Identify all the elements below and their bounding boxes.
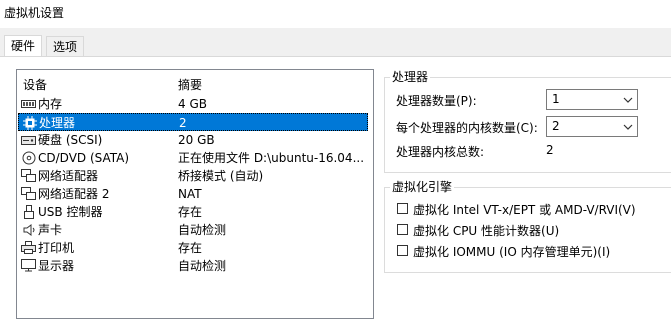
virtualization-engine-group-title: 虚拟化引擎: [390, 178, 455, 195]
processor-count-label: 处理器数量(P):: [396, 94, 477, 108]
device-summary: 桥接模式 (自动): [178, 169, 264, 183]
device-name: 网络适配器 2: [38, 187, 110, 201]
device-name: 处理器: [39, 116, 76, 130]
total-cores-label: 处理器内核总数:: [396, 145, 485, 159]
virtualize-cpu-counters-option[interactable]: 虚拟化 CPU 性能计数器(U): [397, 221, 667, 239]
device-row-usb-controller[interactable]: USB 控制器 存在: [18, 203, 368, 221]
device-summary: 存在: [178, 205, 203, 219]
device-summary: 存在: [178, 241, 203, 255]
virtualize-iommu-checkbox[interactable]: [397, 245, 408, 256]
memory-icon: [21, 97, 36, 110]
column-header-summary[interactable]: 摘要: [178, 76, 202, 93]
device-name: CD/DVD (SATA): [38, 151, 130, 165]
device-row-printer[interactable]: 打印机 存在: [18, 239, 368, 257]
device-row-cd-dvd[interactable]: CD/DVD (SATA) 正在使用文件 D:\ubuntu-16.04...: [18, 149, 368, 167]
virtualize-cpu-counters-checkbox[interactable]: [397, 224, 408, 235]
device-row-sound-card[interactable]: 声卡 自动检测: [18, 221, 368, 239]
processor-count-value: 1: [552, 92, 560, 106]
column-header-device[interactable]: 设备: [23, 76, 47, 93]
printer-icon: [21, 241, 36, 254]
display-icon: [21, 259, 36, 272]
tab-options-label: 选项: [53, 40, 78, 54]
device-row-network-adapter-2[interactable]: 网络适配器 2 NAT: [18, 185, 368, 203]
device-summary: NAT: [178, 187, 202, 201]
cores-per-processor-label: 每个处理器的内核数量(C):: [396, 121, 538, 135]
device-name: 打印机: [38, 241, 75, 255]
virtualize-vtx-option[interactable]: 虚拟化 Intel VT-x/EPT 或 AMD-V/RVI(V): [397, 200, 667, 218]
device-name: 硬盘 (SCSI): [38, 133, 103, 147]
tab-hardware[interactable]: 硬件: [4, 35, 43, 57]
device-row-processor[interactable]: 处理器 2: [18, 113, 368, 131]
processor-count-select[interactable]: 1: [546, 89, 638, 110]
device-list[interactable]: 设备 摘要 内存 4 GB 处理器 2 硬盘 (SCSI) 20 GB CD/D…: [16, 69, 374, 319]
device-row-memory[interactable]: 内存 4 GB: [18, 95, 368, 113]
network-adapter-icon: [21, 187, 36, 200]
virtualize-vtx-checkbox[interactable]: [397, 203, 408, 214]
window-title: 虚拟机设置: [4, 6, 65, 20]
chevron-down-icon: [623, 121, 633, 135]
tab-strip: 硬件 选项: [0, 35, 671, 58]
cores-per-processor-value: 2: [552, 119, 560, 133]
chevron-down-icon: [623, 94, 633, 108]
device-name: 内存: [38, 97, 63, 111]
device-summary: 自动检测: [178, 259, 227, 273]
cores-per-processor-select[interactable]: 2: [546, 116, 638, 137]
tab-options[interactable]: 选项: [46, 36, 85, 56]
device-row-display[interactable]: 显示器 自动检测: [18, 257, 368, 275]
device-summary: 2: [179, 116, 187, 130]
hardware-panel: 设备 摘要 内存 4 GB 处理器 2 硬盘 (SCSI) 20 GB CD/D…: [0, 56, 671, 319]
device-name: 显示器: [38, 259, 75, 273]
device-summary: 正在使用文件 D:\ubuntu-16.04...: [178, 151, 363, 165]
device-name: USB 控制器: [38, 205, 103, 219]
device-name: 声卡: [38, 223, 63, 237]
total-cores-value: 2: [546, 143, 554, 157]
device-row-network-adapter[interactable]: 网络适配器 桥接模式 (自动): [18, 167, 368, 185]
virtualize-vtx-label: 虚拟化 Intel VT-x/EPT 或 AMD-V/RVI(V): [413, 203, 636, 217]
cpu-icon: [22, 115, 37, 130]
list-header: 设备 摘要: [17, 74, 373, 92]
network-adapter-icon: [21, 169, 36, 182]
device-summary: 自动检测: [178, 223, 227, 237]
title-bar: 虚拟机设置: [0, 0, 671, 28]
virtualize-iommu-label: 虚拟化 IOMMU (IO 内存管理单元)(I): [413, 245, 611, 259]
sound-card-icon: [21, 223, 36, 236]
device-name: 网络适配器: [38, 169, 99, 183]
virtualize-iommu-option[interactable]: 虚拟化 IOMMU (IO 内存管理单元)(I): [397, 242, 667, 260]
virtualize-cpu-counters-label: 虚拟化 CPU 性能计数器(U): [413, 224, 560, 238]
usb-controller-icon: [21, 204, 36, 219]
hard-disk-icon: [21, 133, 36, 146]
device-row-hard-disk[interactable]: 硬盘 (SCSI) 20 GB: [18, 131, 368, 149]
cd-dvd-icon: [21, 151, 36, 164]
device-summary: 4 GB: [178, 97, 207, 111]
device-summary: 20 GB: [178, 133, 215, 147]
tab-hardware-label: 硬件: [11, 39, 36, 53]
processors-group-title: 处理器: [390, 68, 431, 85]
